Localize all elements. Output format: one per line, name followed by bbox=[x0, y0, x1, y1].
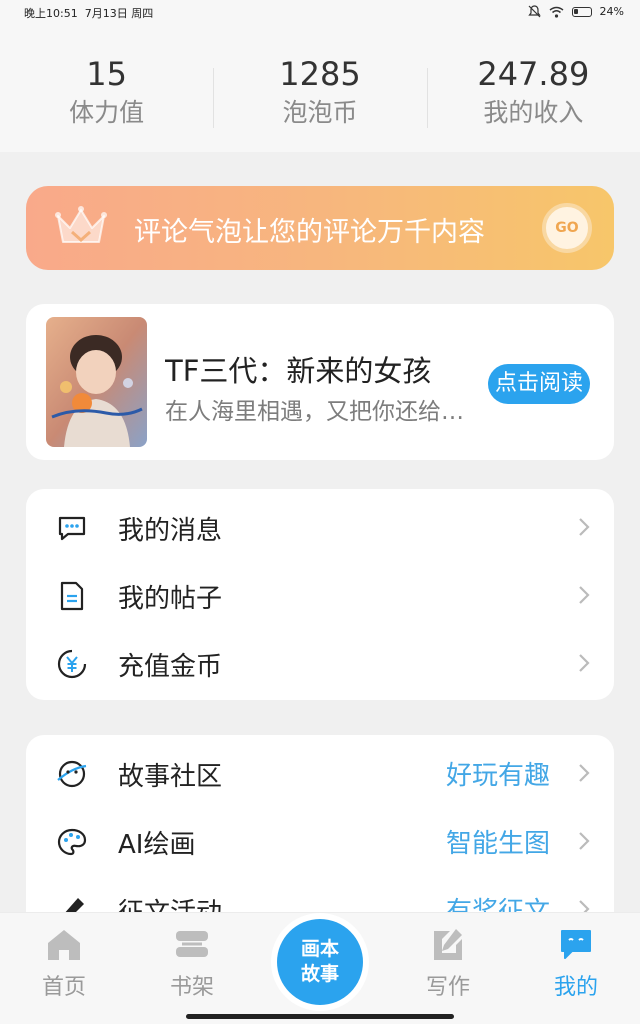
tab-mine[interactable]: 我的 bbox=[536, 927, 616, 1001]
document-icon bbox=[60, 581, 84, 611]
comment-bubble-promo-banner[interactable]: 评论气泡让您的评论万千内容 GO bbox=[26, 186, 614, 270]
menu-item-tagline: 智能生图 bbox=[445, 829, 550, 859]
stat-label: 泡泡币 bbox=[282, 98, 358, 127]
menu-item-recharge-coins[interactable]: 充值金币 bbox=[26, 629, 614, 697]
stat-label: 我的收入 bbox=[483, 98, 584, 127]
center-button-label: 画本故事 bbox=[300, 938, 339, 985]
menu-item-ai-painting[interactable]: AI绘画 智能生图 bbox=[26, 807, 614, 875]
menu-item-label: AI绘画 bbox=[118, 830, 196, 860]
tab-label: 书架 bbox=[169, 975, 214, 1000]
stat-value: 247.89 bbox=[477, 55, 590, 93]
stat-value: 15 bbox=[86, 55, 128, 93]
menu-item-my-posts[interactable]: 我的帖子 bbox=[26, 561, 614, 629]
chevron-right-icon bbox=[579, 518, 590, 536]
mute-icon bbox=[527, 5, 541, 18]
stat-bubble-coins[interactable]: 1285 泡泡币 bbox=[213, 26, 426, 152]
wifi-icon bbox=[549, 6, 564, 18]
chat-face-icon bbox=[561, 930, 591, 959]
tab-bookshelf[interactable]: 书架 bbox=[152, 927, 232, 1001]
crown-icon bbox=[55, 206, 107, 243]
menu-item-label: 我的帖子 bbox=[118, 584, 223, 614]
yuan-coin-icon bbox=[57, 649, 87, 679]
stat-value: 1285 bbox=[279, 55, 361, 93]
status-indicators: 24% bbox=[527, 5, 624, 18]
book-description: 在人海里相遇，又把你还给人海 bbox=[165, 399, 475, 425]
battery-level: 24% bbox=[599, 5, 624, 18]
tab-home[interactable]: 首页 bbox=[24, 927, 104, 1001]
battery-icon bbox=[571, 6, 592, 17]
bookshelf-icon bbox=[176, 931, 208, 957]
status-bar: 晚上10:51 7月13日 周四 24% bbox=[0, 0, 640, 26]
tab-label: 写作 bbox=[425, 975, 470, 1000]
menu-item-my-messages[interactable]: 我的消息 bbox=[26, 493, 614, 561]
promo-text: 评论气泡让您的评论万千内容 bbox=[134, 217, 485, 248]
book-title: TF三代：新来的女孩 bbox=[165, 354, 432, 388]
features-menu: 故事社区 好玩有趣 AI绘画 智能生图 征文活动 有奖征文 bbox=[26, 735, 614, 935]
chevron-right-icon bbox=[579, 832, 590, 850]
status-time-date: 晚上10:51 7月13日 周四 bbox=[24, 5, 153, 21]
tab-label: 首页 bbox=[41, 975, 86, 1000]
chevron-right-icon bbox=[579, 654, 590, 672]
book-cover-art bbox=[46, 317, 147, 447]
chevron-right-icon bbox=[579, 764, 590, 782]
menu-item-tagline: 好玩有趣 bbox=[445, 761, 550, 791]
menu-item-story-community[interactable]: 故事社区 好玩有趣 bbox=[26, 739, 614, 807]
book-cover-image[interactable] bbox=[46, 317, 147, 447]
write-icon bbox=[434, 929, 462, 960]
stat-label: 体力值 bbox=[69, 98, 145, 127]
illustrated-story-button[interactable]: 画本故事 bbox=[277, 919, 363, 1005]
tab-label: 我的 bbox=[553, 975, 598, 1000]
status-time: 晚上10:51 bbox=[24, 7, 78, 20]
menu-item-label: 我的消息 bbox=[118, 516, 223, 546]
recent-book-card[interactable]: TF三代：新来的女孩 在人海里相遇，又把你还给人海 点击阅读 bbox=[26, 304, 614, 460]
account-menu: 我的消息 我的帖子 充值金币 bbox=[26, 489, 614, 700]
planet-icon bbox=[57, 760, 87, 788]
palette-icon bbox=[57, 828, 87, 856]
home-indicator bbox=[186, 1014, 454, 1019]
chevron-right-icon bbox=[579, 586, 590, 604]
bottom-tab-bar: 首页 书架 画本故事 写作 我的 bbox=[0, 912, 640, 1024]
stat-income[interactable]: 247.89 我的收入 bbox=[426, 26, 640, 152]
message-icon bbox=[58, 516, 86, 541]
home-icon bbox=[48, 930, 80, 960]
menu-item-label: 故事社区 bbox=[118, 762, 223, 792]
tab-write[interactable]: 写作 bbox=[408, 927, 488, 1001]
menu-item-label: 充值金币 bbox=[118, 652, 223, 682]
status-date: 7月13日 周四 bbox=[84, 7, 154, 20]
stat-stamina[interactable]: 15 体力值 bbox=[0, 26, 213, 152]
go-button[interactable]: GO bbox=[542, 203, 592, 253]
stats-bar: 15 体力值 1285 泡泡币 247.89 我的收入 bbox=[0, 26, 640, 152]
read-now-button[interactable]: 点击阅读 bbox=[488, 364, 590, 404]
